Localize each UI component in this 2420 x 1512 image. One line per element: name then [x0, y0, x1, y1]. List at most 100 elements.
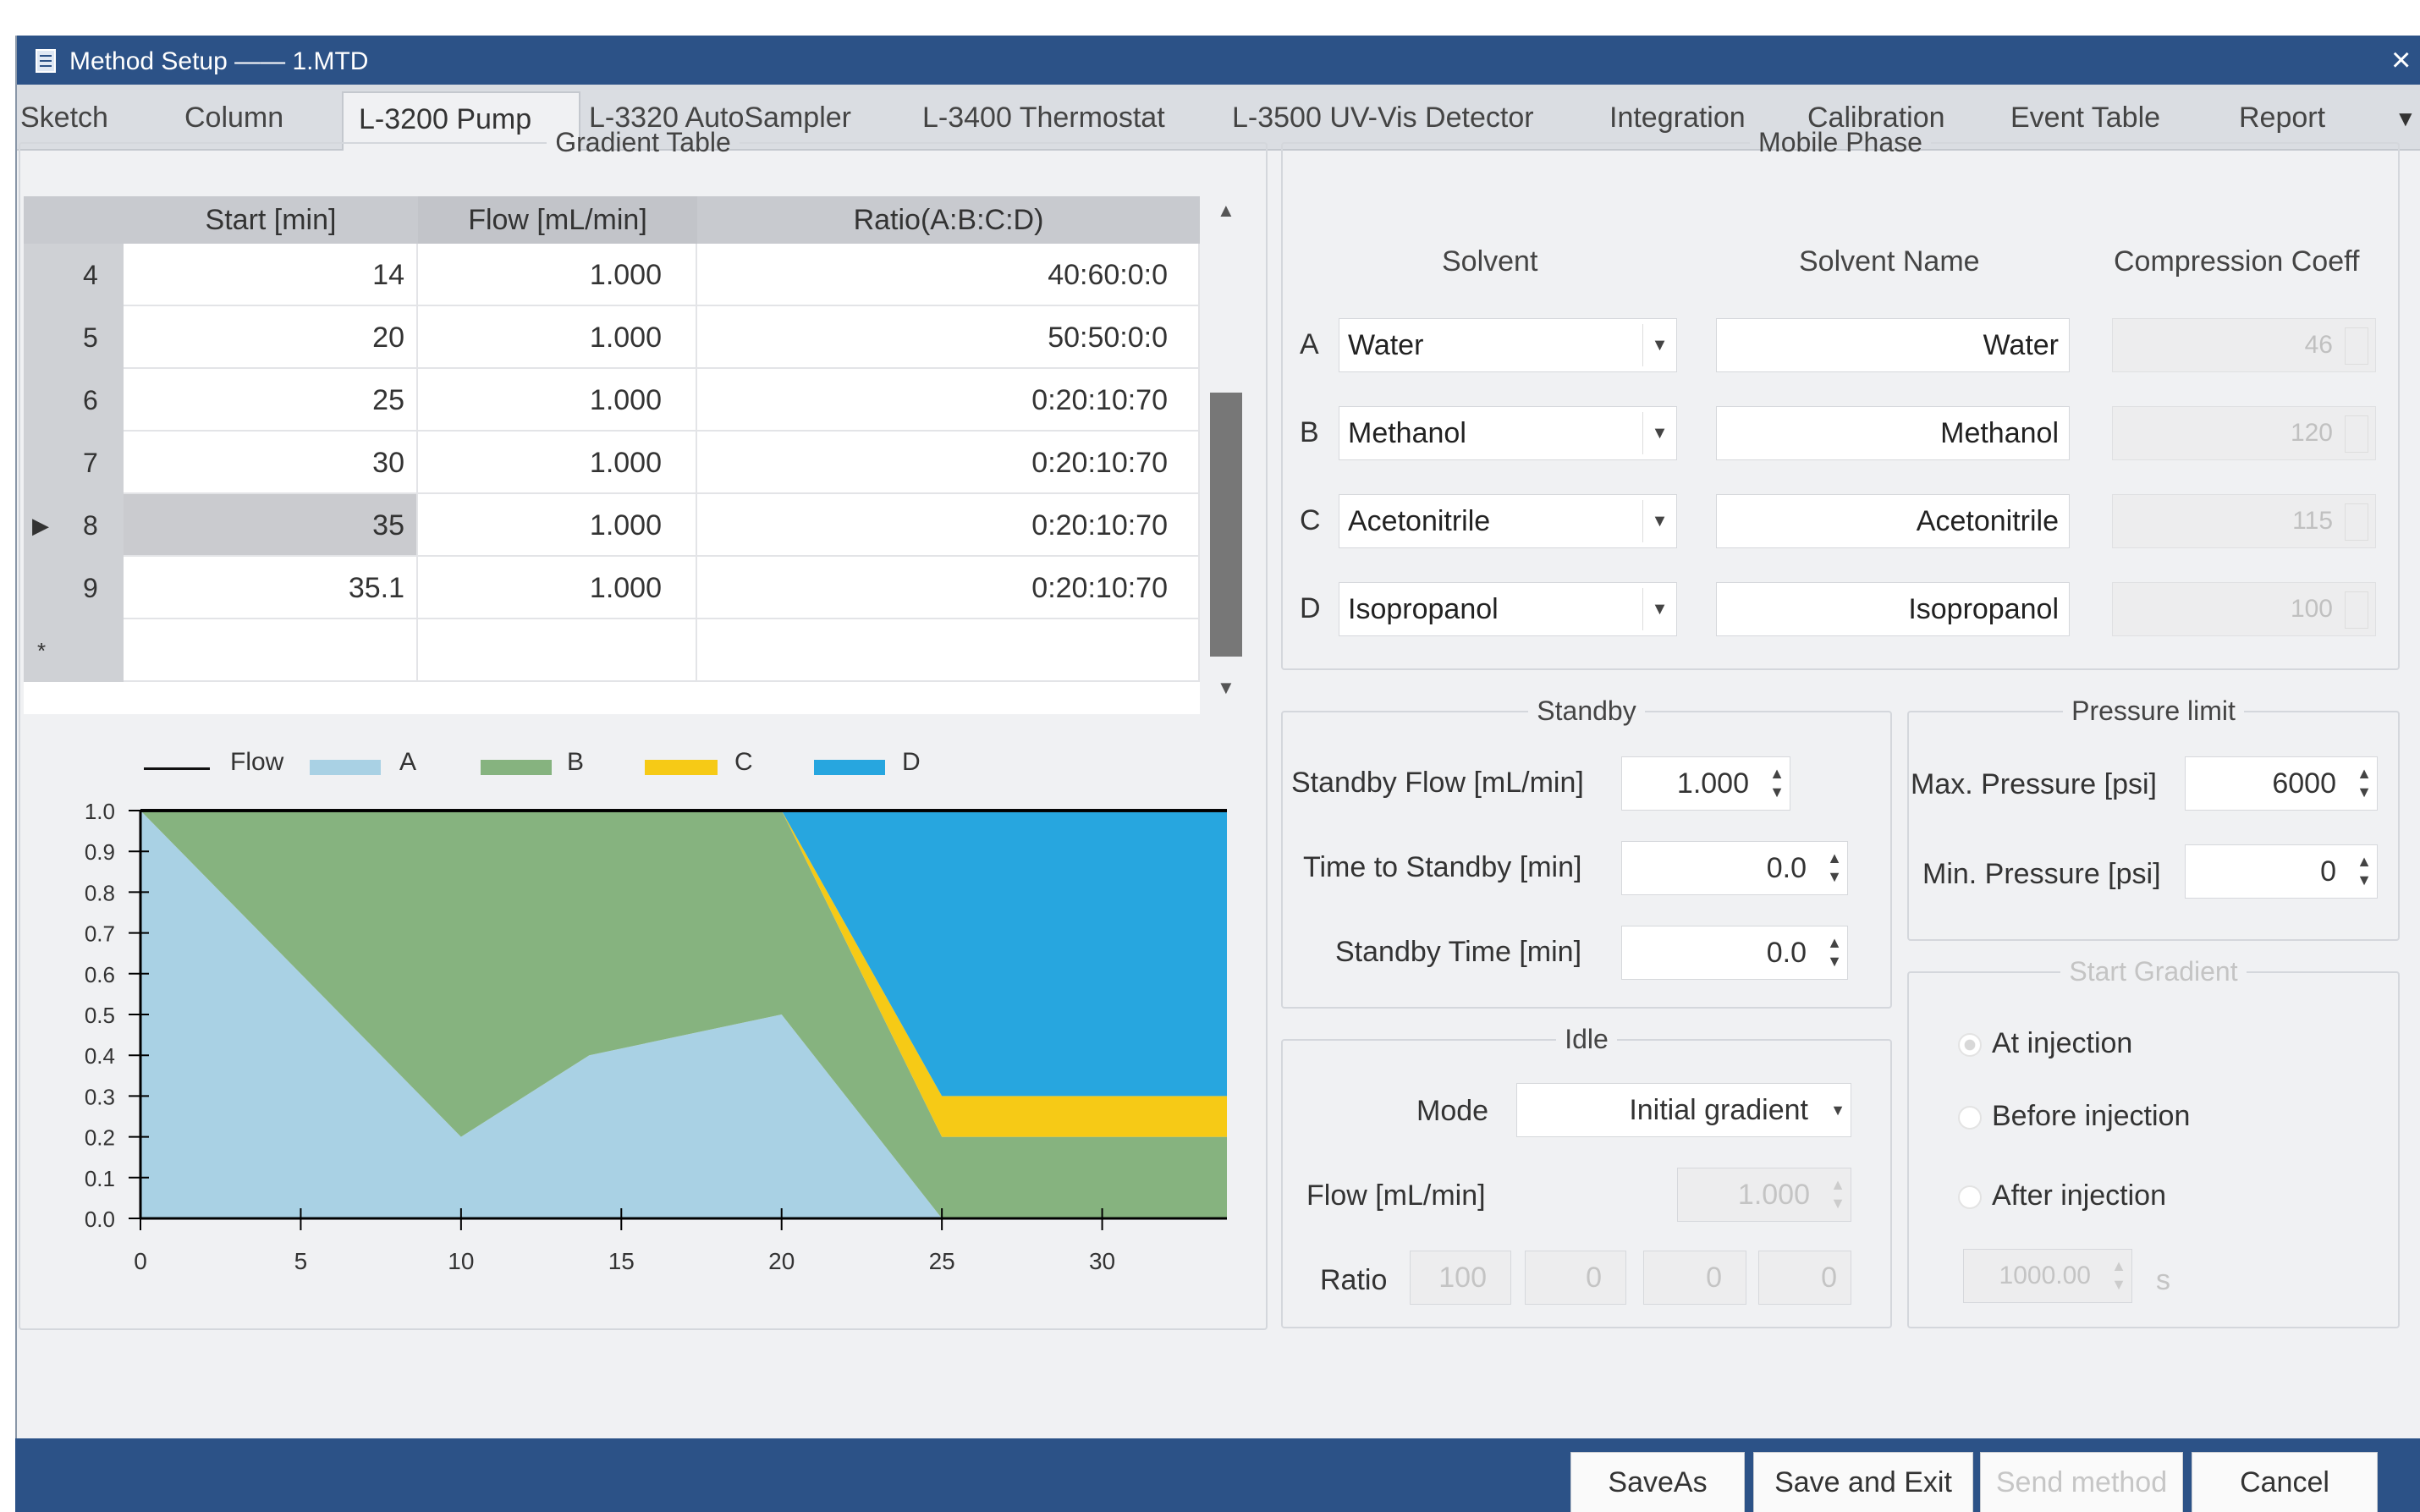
compression-coeff-value: 100 [2290, 595, 2333, 623]
cancel-button[interactable]: Cancel [2192, 1452, 2378, 1512]
spin-arrows-icon[interactable]: ▲ ▼ [2357, 764, 2372, 801]
cell-flow[interactable]: 1.000 [418, 557, 697, 619]
max-pressure-value: 6000 [2272, 767, 2336, 800]
cell-flow-new[interactable] [418, 619, 697, 682]
row-header[interactable]: 9 [24, 557, 124, 619]
cell-ratio[interactable]: 0:20:10:70 [697, 494, 1200, 557]
standby-time-input[interactable]: 0.0 ▲ ▼ [1621, 926, 1848, 980]
spin-arrows-icon[interactable]: ▲ ▼ [1827, 849, 1842, 886]
cell-start[interactable]: 14 [124, 244, 418, 306]
cell-ratio-new[interactable] [697, 619, 1200, 682]
row-number: 6 [83, 385, 98, 415]
row-header-new[interactable]: * [24, 619, 124, 682]
gradient-table[interactable]: Start [min] Flow [mL/min] Ratio(A:B:C:D)… [24, 196, 1200, 714]
cell-ratio[interactable]: 40:60:0:0 [697, 244, 1200, 306]
solvent-select[interactable]: Water ▼ [1339, 318, 1677, 372]
spin-arrows-icon[interactable]: ▲ ▼ [2357, 852, 2372, 889]
cell-start[interactable]: 25 [124, 369, 418, 432]
idle-ratio-d-value: 0 [1821, 1262, 1837, 1294]
standby-flow-input[interactable]: 1.000 ▲ ▼ [1621, 756, 1790, 811]
row-header[interactable]: 4 [24, 244, 124, 306]
dropdown-arrow-icon[interactable]: ▼ [1642, 412, 1676, 454]
solvent-name-header: Solvent Name [1799, 245, 1980, 278]
cell-ratio[interactable]: 0:20:10:70 [697, 369, 1200, 432]
solvent-select[interactable]: Acetonitrile ▼ [1339, 494, 1677, 548]
idle-ratio-d: 0 [1758, 1251, 1851, 1305]
cell-start[interactable]: 20 [124, 306, 418, 369]
row-number: 7 [83, 448, 98, 478]
solvent-name-input[interactable]: Isopropanol [1716, 582, 2070, 636]
cell-ratio[interactable]: 50:50:0:0 [697, 306, 1200, 369]
row-header[interactable]: 5 [24, 306, 124, 369]
solvent-name-input[interactable]: Acetonitrile [1716, 494, 2070, 548]
dropdown-arrow-icon[interactable]: ▼ [1642, 588, 1676, 630]
save-as-button[interactable]: SaveAs [1570, 1452, 1745, 1512]
col-header-ratio[interactable]: Ratio(A:B:C:D) [697, 196, 1200, 244]
cell-flow[interactable]: 1.000 [418, 369, 697, 432]
radio-dot[interactable] [1958, 1185, 1982, 1210]
x-tick-label: 30 [1089, 1248, 1115, 1274]
max-pressure-input[interactable]: 6000 ▲ ▼ [2185, 756, 2378, 811]
cell-ratio[interactable]: 0:20:10:70 [697, 557, 1200, 619]
send-method-button: Send method [1980, 1452, 2183, 1512]
cell-ratio[interactable]: 0:20:10:70 [697, 432, 1200, 494]
solvent-select-value: Methanol [1348, 417, 1466, 449]
y-tick-label: 0.7 [85, 921, 115, 947]
cell-flow[interactable]: 1.000 [418, 432, 697, 494]
radio-at-injection[interactable]: At injection [1958, 1027, 2132, 1060]
spin-arrows-icon[interactable]: ▲ ▼ [1827, 933, 1842, 970]
cell-flow[interactable]: 1.000 [418, 306, 697, 369]
spin-arrows-icon[interactable]: ▲ ▼ [1769, 764, 1785, 801]
cell-start-new[interactable] [124, 619, 418, 682]
x-tick-label: 15 [608, 1248, 635, 1274]
legend-label-flow: Flow [230, 748, 284, 776]
idle-legend: Idle [1565, 1024, 1609, 1054]
idle-mode-select[interactable]: Initial gradient ▼ [1516, 1083, 1851, 1137]
time-to-standby-input[interactable]: 0.0 ▲ ▼ [1621, 841, 1848, 895]
col-header-start[interactable]: Start [min] [124, 196, 418, 244]
row-header[interactable]: 7 [24, 432, 124, 494]
scrollbar-thumb[interactable] [1210, 393, 1242, 657]
cell-start[interactable]: 35 [124, 494, 418, 557]
max-pressure-label: Max. Pressure [psi] [1911, 768, 2157, 800]
y-tick-label: 0.0 [85, 1207, 115, 1232]
table-scrollbar[interactable]: ▲ ▼ [1208, 196, 1244, 714]
col-header-flow[interactable]: Flow [mL/min] [418, 196, 697, 244]
radio-dot[interactable] [1958, 1106, 1982, 1130]
save-and-exit-button[interactable]: Save and Exit [1753, 1452, 1973, 1512]
start-delay-value: 1000.00 [1999, 1262, 2091, 1289]
solvent-select[interactable]: Isopropanol ▼ [1339, 582, 1677, 636]
close-icon[interactable]: × [2391, 41, 2411, 80]
x-tick-label: 0 [134, 1248, 147, 1274]
legend-swatch-a [310, 760, 381, 775]
idle-mode-value: Initial gradient [1629, 1094, 1808, 1126]
cell-start[interactable]: 35.1 [124, 557, 418, 619]
dropdown-arrow-icon[interactable]: ▼ [1642, 324, 1676, 366]
solvent-select[interactable]: Methanol ▼ [1339, 406, 1677, 460]
scroll-up-arrow-icon[interactable]: ▲ [1217, 200, 1235, 222]
row-header[interactable]: 6 [24, 369, 124, 432]
cell-flow[interactable]: 1.000 [418, 494, 697, 557]
window-title: Method Setup —— 1.MTD [69, 47, 369, 75]
legend-label-c: C [734, 748, 753, 776]
idle-flow-label: Flow [mL/min] [1306, 1179, 1486, 1212]
standby-flow-label: Standby Flow [mL/min] [1291, 767, 1584, 799]
idle-flow-input: 1.000 ▲ ▼ [1677, 1168, 1851, 1222]
min-pressure-input[interactable]: 0 ▲ ▼ [2185, 844, 2378, 899]
row-header[interactable]: ▶ 8 [24, 494, 124, 557]
scroll-down-arrow-icon[interactable]: ▼ [1217, 677, 1235, 699]
solvent-letter: A [1300, 328, 1319, 360]
radio-before-injection[interactable]: Before injection [1958, 1100, 2190, 1133]
cell-start[interactable]: 30 [124, 432, 418, 494]
dropdown-arrow-icon[interactable]: ▼ [1642, 500, 1676, 542]
cell-flow[interactable]: 1.000 [418, 244, 697, 306]
solvent-name-input[interactable]: Methanol [1716, 406, 2070, 460]
solvent-name-input[interactable]: Water [1716, 318, 2070, 372]
dropdown-arrow-icon[interactable]: ▼ [1830, 1101, 1845, 1119]
legend-label-d: D [902, 748, 921, 776]
standby-flow-value: 1.000 [1676, 767, 1749, 800]
bottom-bar: SaveAs Save and Exit Send method Cancel [15, 1438, 2420, 1512]
radio-dot[interactable] [1958, 1033, 1982, 1058]
radio-after-injection[interactable]: After injection [1958, 1179, 2166, 1212]
legend-label-a: A [399, 748, 417, 776]
